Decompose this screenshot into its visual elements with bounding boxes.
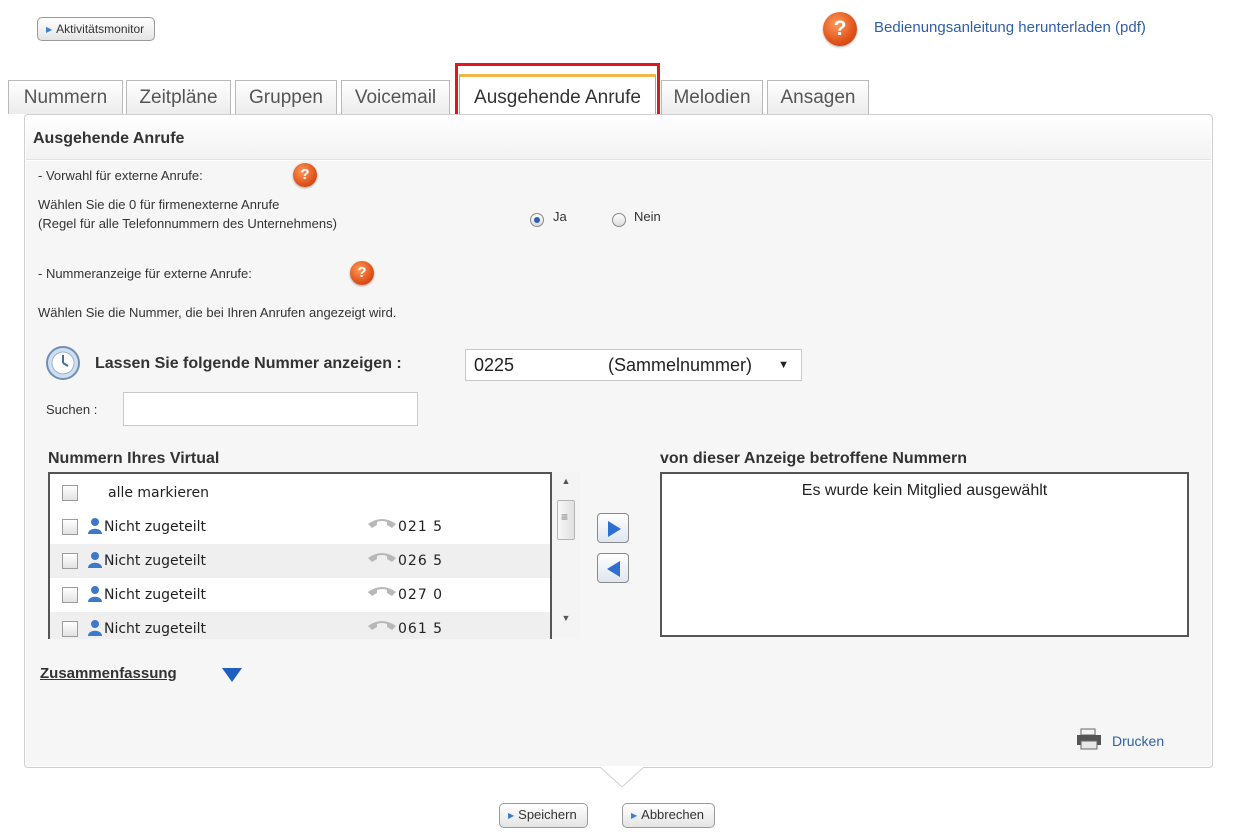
person-icon xyxy=(88,552,102,568)
list-item[interactable]: Nicht zugeteilt 027 0 xyxy=(50,578,550,612)
display-number-label: Lassen Sie folgende Nummer anzeigen : xyxy=(95,355,402,372)
row-checkbox[interactable] xyxy=(62,519,78,535)
help-icon[interactable]: ? xyxy=(823,12,857,46)
clock-icon xyxy=(46,346,80,380)
help-icon[interactable]: ? xyxy=(350,261,374,285)
move-left-button[interactable] xyxy=(597,553,629,583)
radio-nein[interactable] xyxy=(612,213,626,227)
list-item[interactable]: Nicht zugeteilt 026 5 xyxy=(50,544,550,578)
left-list-title: Nummern Ihres Virtual xyxy=(48,450,220,467)
row-checkbox[interactable] xyxy=(62,621,78,637)
row-name: Nicht zugeteilt xyxy=(104,519,206,535)
save-button[interactable]: ▶ Speichern xyxy=(499,803,588,828)
phone-icon xyxy=(368,587,396,596)
prefix-heading: - Vorwahl für externe Anrufe: xyxy=(38,168,203,183)
row-checkbox[interactable] xyxy=(62,553,78,569)
row-name: Nicht zugeteilt xyxy=(104,621,206,637)
chevron-down-icon[interactable] xyxy=(221,667,243,683)
empty-message: Es wurde kein Mitglied ausgewählt xyxy=(801,482,1048,499)
search-label: Suchen : xyxy=(46,402,98,417)
tab-voicemail[interactable]: Voicemail xyxy=(341,80,450,114)
list-item[interactable]: Nicht zugeteilt 021 5 xyxy=(50,510,550,544)
radio-ja-label: Ja xyxy=(553,209,567,224)
panel-header xyxy=(26,116,1211,160)
person-icon xyxy=(88,586,102,602)
row-checkbox[interactable] xyxy=(62,587,78,603)
row-name: Nicht zugeteilt xyxy=(104,587,206,603)
arrow-left-icon xyxy=(607,561,620,577)
search-input[interactable] xyxy=(123,392,418,426)
right-list-title: von dieser Anzeige betroffene Nummern xyxy=(660,450,968,467)
display-description: Wählen Sie die Nummer, die bei Ihren Anr… xyxy=(38,305,397,320)
tab-nummern[interactable]: Nummern xyxy=(8,80,123,114)
cancel-button[interactable]: ▶ Abbrechen xyxy=(622,803,716,828)
arrow-right-icon: ▶ xyxy=(631,811,638,820)
selected-number: 0225 xyxy=(474,355,515,375)
person-icon xyxy=(88,518,102,534)
scroll-up-icon[interactable]: ▲ xyxy=(552,476,580,498)
summary-link[interactable]: Zusammenfassung xyxy=(40,665,177,682)
list-scrollbar[interactable]: ▲ ▼ xyxy=(552,472,580,639)
print-link[interactable]: Drucken xyxy=(1112,733,1164,749)
phone-icon xyxy=(368,621,396,630)
scroll-thumb[interactable] xyxy=(557,500,575,540)
help-icon[interactable]: ? xyxy=(293,163,317,187)
tab-melodien[interactable]: Melodien xyxy=(661,80,763,114)
row-number: 021 5 xyxy=(398,519,444,535)
active-tab-highlight xyxy=(455,63,660,121)
tab-zeitplaene[interactable]: Zeitpläne xyxy=(126,80,231,114)
printer-icon[interactable] xyxy=(1075,727,1103,751)
row-name: Nicht zugeteilt xyxy=(104,553,206,569)
phone-icon xyxy=(368,553,396,562)
list-item[interactable]: Nicht zugeteilt 061 5 xyxy=(50,612,550,639)
panel-title: Ausgehende Anrufe xyxy=(33,130,185,147)
selected-number-suffix: (Sammelnummer) xyxy=(608,355,753,375)
row-number: 027 0 xyxy=(398,587,444,603)
arrow-right-icon xyxy=(608,521,621,537)
manual-download-link[interactable]: Bedienungsanleitung herunterladen (pdf) xyxy=(874,19,1146,36)
chevron-down-icon: ▼ xyxy=(778,359,789,371)
affected-numbers-list: Es wurde kein Mitglied ausgewählt xyxy=(660,472,1189,637)
radio-nein-label: Nein xyxy=(634,209,661,224)
display-number-select[interactable]: 0225 (Sammelnummer) ▼ xyxy=(465,349,802,381)
move-right-button[interactable] xyxy=(597,513,629,543)
tab-gruppen[interactable]: Gruppen xyxy=(235,80,337,114)
select-all-row[interactable]: alle markieren xyxy=(50,476,550,510)
select-all-label: alle markieren xyxy=(108,485,209,501)
arrow-right-icon: ▶ xyxy=(508,811,515,820)
radio-ja[interactable] xyxy=(530,213,544,227)
phone-icon xyxy=(368,519,396,528)
tab-ansagen[interactable]: Ansagen xyxy=(767,80,869,114)
row-number: 026 5 xyxy=(398,553,444,569)
arrow-right-icon: ▶ xyxy=(46,25,53,34)
available-numbers-list: alle markieren Nicht zugeteilt 021 5 Nic… xyxy=(48,472,552,639)
person-icon xyxy=(88,620,102,636)
panel-pointer xyxy=(600,766,644,788)
scroll-down-icon[interactable]: ▼ xyxy=(552,613,580,635)
prefix-description-line1: Wählen Sie die 0 für firmenexterne Anruf… xyxy=(38,197,280,212)
select-all-checkbox[interactable] xyxy=(62,485,78,501)
display-heading: - Nummeranzeige für externe Anrufe: xyxy=(38,266,252,281)
row-number: 061 5 xyxy=(398,621,444,637)
activity-monitor-button[interactable]: ▶ Aktivitätsmonitor xyxy=(37,17,156,41)
prefix-description-line2: (Regel für alle Telefonnummern des Unter… xyxy=(38,216,337,231)
